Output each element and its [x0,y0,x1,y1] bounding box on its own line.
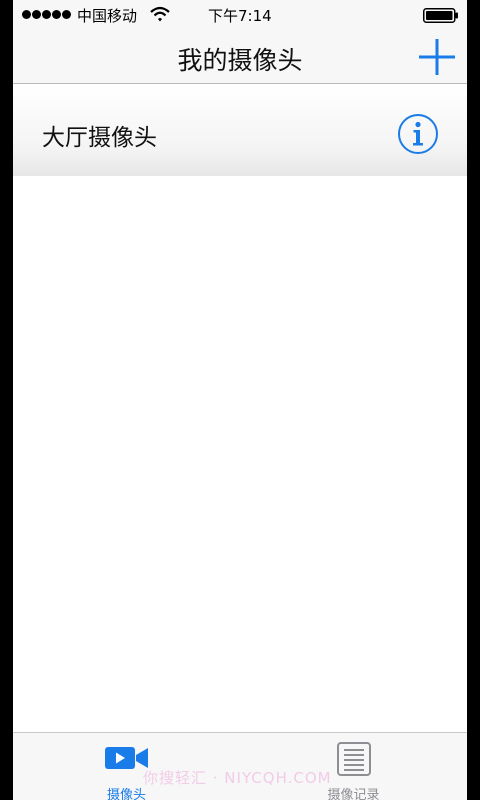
tab-cameras-label: 摄像头 [106,788,146,800]
page-title: 我的摄像头 [177,46,303,75]
camera-info-button[interactable] [397,113,439,155]
plus-icon [419,39,455,75]
app-screen: 中国移动 下午7:14 我的摄像头 大厅摄像头 摄像头 摄像记录 你搜轻汇 · … [13,0,467,800]
info-icon [398,114,438,154]
tab-recordings[interactable]: 摄像记录 [240,733,467,800]
video-camera-icon [104,747,148,769]
carrier-name: 中国移动 [77,7,138,25]
tab-bar: 摄像头 摄像记录 [13,732,467,800]
list-icon [336,742,371,776]
signal-strength-icon [22,10,71,19]
tab-recordings-label: 摄像记录 [327,788,380,800]
tab-cameras[interactable]: 摄像头 [13,733,240,800]
navigation-bar: 我的摄像头 [13,30,467,84]
camera-list-item[interactable]: 大厅摄像头 [13,85,467,176]
status-time: 下午7:14 [208,7,272,25]
status-bar: 中国移动 下午7:14 [13,0,467,30]
camera-name: 大厅摄像头 [42,125,157,151]
add-camera-button[interactable] [417,37,457,77]
battery-icon [423,8,458,23]
wifi-icon [150,6,170,22]
camera-list: 大厅摄像头 [13,85,467,176]
